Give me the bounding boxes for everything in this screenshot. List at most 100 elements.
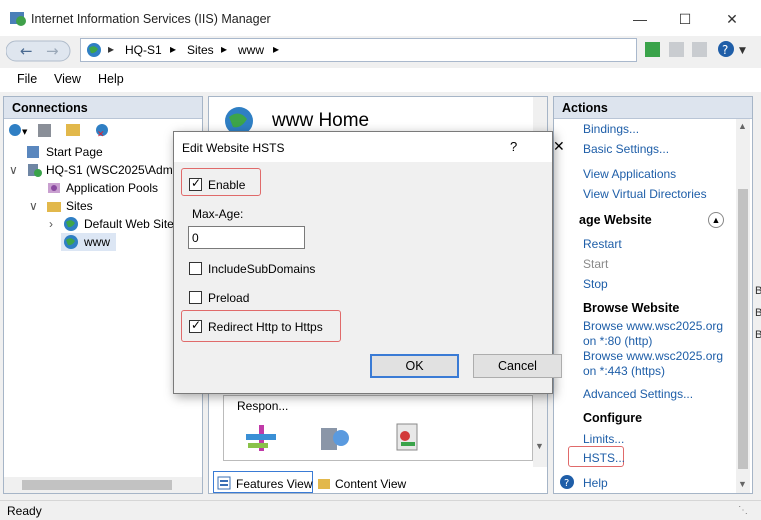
- background-window-edge: BBB: [755, 285, 761, 341]
- actions-panel: Actions Bindings... Basic Settings... Vi…: [553, 96, 753, 494]
- stop-icon: [669, 42, 684, 57]
- dialog-help-button[interactable]: ?: [510, 139, 517, 154]
- configure-header: Configure: [583, 411, 643, 425]
- tree-sites[interactable]: Sites: [66, 199, 93, 213]
- connections-hscrollbar[interactable]: [4, 477, 202, 493]
- scrollbar-thumb[interactable]: [22, 480, 172, 490]
- action-restart[interactable]: Restart: [583, 237, 622, 251]
- action-basic-settings[interactable]: Basic Settings...: [583, 142, 669, 156]
- action-hsts[interactable]: HSTS...: [583, 451, 625, 465]
- action-browse-https[interactable]: Browse www.wsc2025.org: [583, 349, 723, 363]
- svg-text:▼: ▼: [22, 128, 28, 136]
- mime-types-icon[interactable]: [393, 422, 425, 454]
- action-stop[interactable]: Stop: [583, 277, 608, 291]
- preload-checkbox[interactable]: [189, 291, 202, 304]
- scroll-down-icon[interactable]: ▼: [535, 441, 544, 451]
- scroll-up-icon[interactable]: ▲: [738, 121, 747, 131]
- tree-application-pools[interactable]: Application Pools: [66, 181, 158, 195]
- action-view-applications[interactable]: View Applications: [583, 167, 676, 181]
- redirect-label: Redirect Http to Https: [208, 320, 323, 334]
- redirect-checkbox[interactable]: [189, 318, 202, 333]
- manage-website-header: age Website: [579, 213, 652, 227]
- back-forward-buttons[interactable]: ← →: [6, 40, 72, 62]
- tree-www[interactable]: www: [84, 235, 110, 249]
- actions-vscrollbar[interactable]: ▲ ▼: [736, 119, 750, 493]
- menu-view[interactable]: View: [54, 72, 81, 86]
- tree-start-page[interactable]: Start Page: [46, 145, 103, 159]
- address-toolbar: ? ▼: [645, 41, 746, 57]
- scroll-down-icon[interactable]: ▼: [738, 479, 747, 489]
- action-limits[interactable]: Limits...: [583, 432, 624, 446]
- connections-header: Connections: [4, 97, 202, 119]
- dialog-title-bar: Edit Website HSTS ? ✕: [174, 132, 565, 162]
- max-age-field[interactable]: [188, 226, 305, 249]
- tree-default-web-site[interactable]: Default Web Site: [84, 217, 174, 231]
- action-view-virtual-directories[interactable]: View Virtual Directories: [583, 187, 707, 201]
- svg-text:←: ←: [20, 42, 33, 60]
- max-age-label: Max-Age:: [192, 207, 244, 221]
- page-title: www Home: [272, 110, 370, 131]
- resize-grip-icon[interactable]: ⋱: [738, 505, 748, 516]
- minimize-button[interactable]: —: [627, 8, 653, 30]
- crumb-separator: ▸: [221, 42, 228, 56]
- globe-icon: [64, 235, 78, 249]
- content-view-icon: [318, 479, 330, 489]
- start-page-icon: [27, 146, 39, 158]
- crumb-separator: ▸: [273, 42, 280, 56]
- status-bar: Ready ⋱: [0, 500, 761, 520]
- action-start: Start: [583, 257, 609, 271]
- http-redirect-icon[interactable]: [245, 424, 277, 454]
- save-icon: [38, 124, 51, 137]
- dialog-title: Edit Website HSTS: [182, 141, 285, 155]
- globe-icon: [87, 43, 101, 57]
- globe-icon: [64, 217, 78, 231]
- crumb-separator: ▸: [170, 42, 177, 56]
- action-advanced-settings[interactable]: Advanced Settings...: [583, 387, 693, 401]
- include-subdomains-label: IncludeSubDomains: [208, 262, 316, 276]
- svg-text:?: ?: [564, 478, 569, 489]
- tab-content-label[interactable]: Content View: [335, 477, 406, 491]
- svg-text:?: ?: [722, 43, 728, 57]
- crumb-separator: ▸: [108, 42, 115, 56]
- action-bindings[interactable]: Bindings...: [583, 122, 639, 136]
- cancel-button[interactable]: Cancel: [473, 354, 562, 378]
- enable-checkbox[interactable]: [189, 176, 202, 191]
- svg-text:→: →: [46, 42, 59, 60]
- dialog-close-button[interactable]: ✕: [553, 138, 565, 155]
- expand-chevron-icon[interactable]: ∨: [9, 163, 18, 177]
- tab-features-label[interactable]: Features View: [236, 477, 312, 491]
- action-browse-http[interactable]: Browse www.wsc2025.org: [583, 319, 723, 333]
- action-browse-http-port[interactable]: on *:80 (http): [583, 334, 652, 348]
- ok-button[interactable]: OK: [370, 354, 459, 378]
- features-view-icon: [217, 476, 231, 490]
- feature-label[interactable]: Respon...: [237, 399, 288, 413]
- close-window-button[interactable]: ✕: [719, 8, 745, 30]
- title-bar: Internet Information Services (IIS) Mana…: [0, 0, 761, 36]
- breadcrumb-server[interactable]: HQ-S1: [125, 43, 162, 57]
- menu-help[interactable]: Help: [98, 72, 124, 86]
- help-icon: ?: [560, 475, 574, 489]
- svg-text:✕: ✕: [97, 130, 105, 139]
- sites-folder-icon: [47, 202, 61, 212]
- menu-file[interactable]: File: [17, 72, 37, 86]
- status-text: Ready: [7, 504, 42, 518]
- action-browse-https-port[interactable]: on *:443 (https): [583, 364, 665, 378]
- collapse-icon[interactable]: ▲: [708, 212, 724, 228]
- action-help[interactable]: Help: [583, 476, 608, 490]
- include-subdomains-checkbox[interactable]: [189, 262, 202, 275]
- browse-website-header: Browse Website: [583, 301, 680, 315]
- scrollbar-thumb[interactable]: [738, 189, 748, 469]
- home-icon: [692, 42, 707, 57]
- actions-header: Actions: [554, 97, 752, 119]
- collapse-chevron-icon[interactable]: ›: [49, 217, 53, 231]
- maximize-button[interactable]: ☐: [672, 8, 698, 30]
- logging-icon[interactable]: [319, 424, 351, 454]
- breadcrumb-sites[interactable]: Sites: [187, 43, 214, 57]
- folder-icon: [66, 124, 80, 136]
- breadcrumb-www[interactable]: www: [238, 43, 264, 57]
- address-bar[interactable]: [80, 38, 637, 62]
- expand-chevron-icon[interactable]: ∨: [29, 199, 38, 213]
- enable-label: Enable: [208, 178, 246, 192]
- connect-icon: [9, 124, 21, 136]
- tree-server[interactable]: HQ-S1 (WSC2025\Admi: [46, 163, 175, 177]
